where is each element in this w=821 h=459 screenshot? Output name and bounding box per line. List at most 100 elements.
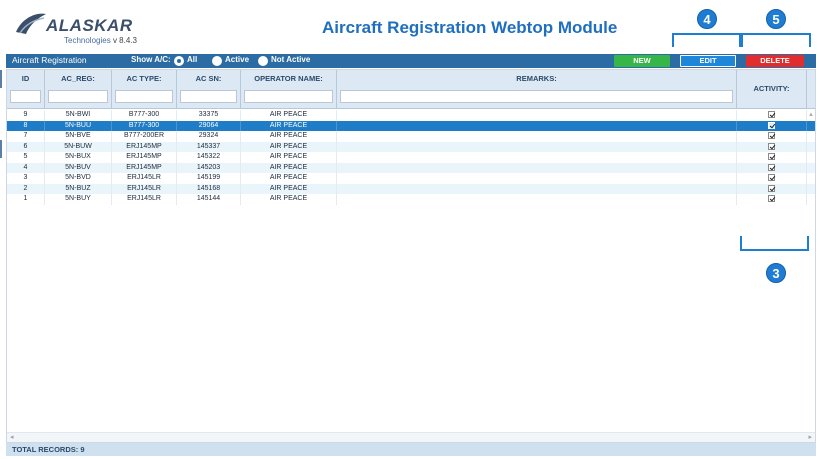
cell-sn: 29064 xyxy=(177,120,241,131)
edit-button[interactable]: EDIT xyxy=(680,55,736,67)
scroll-up-icon[interactable]: ▲ xyxy=(808,112,814,118)
cell-activity xyxy=(737,120,807,131)
callout-frame-activity xyxy=(740,236,809,251)
logo-swoosh-icon xyxy=(16,13,46,34)
callout-frame-edit xyxy=(672,33,741,47)
filter-id-input[interactable] xyxy=(10,90,41,103)
cell-sn: 145144 xyxy=(177,194,241,205)
cell-op: AIR PEACE xyxy=(241,110,337,121)
col-header-sn[interactable]: AC SN: xyxy=(177,70,241,109)
col-header-remarks[interactable]: REMARKS: xyxy=(337,70,737,109)
cell-reg: 5N-BUZ xyxy=(45,183,112,194)
radio-all-label[interactable]: All xyxy=(187,55,197,64)
show-ac-label: Show A/C: xyxy=(131,55,171,64)
activity-checkbox[interactable] xyxy=(768,174,775,181)
activity-checkbox[interactable] xyxy=(768,121,775,129)
cell-sn: 145203 xyxy=(177,162,241,173)
radio-not-active[interactable] xyxy=(258,56,268,66)
grid-header: ID AC_REG: AC TYPE: AC SN: OPERATOR NAME… xyxy=(7,70,815,109)
table-row[interactable]: 1 5N-BUY ERJ145LR 145144 AIR PEACE xyxy=(7,194,815,205)
cell-sn: 145168 xyxy=(177,183,241,194)
logo-subtitle: Technologies v 8.4.3 xyxy=(64,36,137,45)
radio-not-active-label[interactable]: Not Active xyxy=(271,55,310,64)
cell-id: 3 xyxy=(7,173,45,184)
scroll-right-icon[interactable]: ▸ xyxy=(808,433,812,441)
cell-id: 5 xyxy=(7,152,45,163)
table-row[interactable]: 6 5N-BUW ERJ145MP 145337 AIR PEACE xyxy=(7,141,815,152)
horizontal-scrollbar[interactable]: ◂ ▸ xyxy=(7,432,815,442)
activity-checkbox[interactable] xyxy=(768,111,775,118)
cell-id: 7 xyxy=(7,131,45,142)
cell-sn: 145337 xyxy=(177,141,241,152)
col-header-type-label: AC TYPE: xyxy=(126,74,162,83)
activity-checkbox[interactable] xyxy=(768,195,775,202)
col-header-operator[interactable]: OPERATOR NAME: xyxy=(241,70,337,109)
col-header-reg[interactable]: AC_REG: xyxy=(45,70,112,109)
cell-type: ERJ145LR xyxy=(112,194,177,205)
radio-all[interactable] xyxy=(174,56,184,66)
col-header-activity[interactable]: ACTIVITY: xyxy=(737,70,807,109)
scroll-left-icon[interactable]: ◂ xyxy=(10,433,14,441)
logo-brand: ALASKAR xyxy=(46,16,133,35)
cell-op: AIR PEACE xyxy=(241,194,337,205)
total-records-label: TOTAL RECORDS: 9 xyxy=(12,445,85,454)
cell-remarks xyxy=(337,173,737,184)
activity-checkbox[interactable] xyxy=(768,163,775,171)
radio-active-label[interactable]: Active xyxy=(225,55,249,64)
table-row[interactable]: 2 5N-BUZ ERJ145LR 145168 AIR PEACE xyxy=(7,183,815,194)
cell-op: AIR PEACE xyxy=(241,141,337,152)
table-row[interactable]: 3 5N-BVD ERJ145LR 145199 AIR PEACE xyxy=(7,173,815,184)
activity-checkbox[interactable] xyxy=(768,153,775,160)
table-row[interactable]: 7 5N-BVE B777-200ER 29324 AIR PEACE xyxy=(7,131,815,142)
cell-remarks xyxy=(337,152,737,163)
cell-activity xyxy=(737,152,807,163)
cell-op: AIR PEACE xyxy=(241,162,337,173)
filter-reg-input[interactable] xyxy=(48,90,108,103)
delete-button[interactable]: DELETE xyxy=(746,55,804,67)
cell-reg: 5N-BUY xyxy=(45,194,112,205)
table-row[interactable]: 5 5N-BUX ERJ145MP 145322 AIR PEACE xyxy=(7,152,815,163)
table-row[interactable]: 4 5N-BUV ERJ145MP 145203 AIR PEACE xyxy=(7,162,815,173)
cell-reg: 5N-BUU xyxy=(45,120,112,131)
filter-sn-input[interactable] xyxy=(180,90,237,103)
cell-activity xyxy=(737,162,807,173)
cell-reg: 5N-BUX xyxy=(45,152,112,163)
cell-activity xyxy=(737,173,807,184)
cell-reg: 5N-BUV xyxy=(45,162,112,173)
cell-remarks xyxy=(337,120,737,131)
col-header-id-label: ID xyxy=(21,74,30,83)
activity-checkbox[interactable] xyxy=(768,142,775,150)
radio-active[interactable] xyxy=(212,56,222,66)
callout-badge-edit: 4 xyxy=(697,9,717,29)
page-title: Aircraft Registration Webtop Module xyxy=(322,18,618,37)
table-row[interactable]: 8 5N-BUU B777-300 29064 AIR PEACE xyxy=(7,120,815,131)
col-header-reg-label: AC_REG: xyxy=(61,74,95,83)
cell-op: AIR PEACE xyxy=(241,120,337,131)
col-header-type[interactable]: AC TYPE: xyxy=(112,70,177,109)
filter-operator-input[interactable] xyxy=(244,90,333,103)
filter-remarks-input[interactable] xyxy=(340,90,733,103)
table-row[interactable]: 9 5N-BWI B777-300 33375 AIR PEACE xyxy=(7,110,815,121)
registration-grid: ID AC_REG: AC TYPE: AC SN: OPERATOR NAME… xyxy=(6,69,816,443)
cell-type: B777-300 xyxy=(112,120,177,131)
cell-type: ERJ145MP xyxy=(112,162,177,173)
callout-badge-delete: 5 xyxy=(766,9,786,29)
cell-remarks xyxy=(337,162,737,173)
col-header-id[interactable]: ID xyxy=(7,70,45,109)
activity-checkbox[interactable] xyxy=(768,184,775,192)
company-logo: ALASKAR Technologies v 8.4.3 xyxy=(14,10,164,45)
edge-marker xyxy=(0,70,2,88)
grid-footer: TOTAL RECORDS: 9 xyxy=(6,443,816,456)
cell-reg: 5N-BWI xyxy=(45,110,112,121)
cell-type: B777-300 xyxy=(112,110,177,121)
cell-reg: 5N-BVE xyxy=(45,131,112,142)
cell-id: 6 xyxy=(7,141,45,152)
new-button[interactable]: NEW xyxy=(614,55,670,67)
vertical-scrollbar[interactable]: ▲ xyxy=(807,110,815,430)
cell-remarks xyxy=(337,194,737,205)
col-header-sn-label: AC SN: xyxy=(195,74,222,83)
activity-checkbox[interactable] xyxy=(768,132,775,139)
filter-type-input[interactable] xyxy=(115,90,173,103)
cell-activity xyxy=(737,194,807,205)
cell-op: AIR PEACE xyxy=(241,173,337,184)
